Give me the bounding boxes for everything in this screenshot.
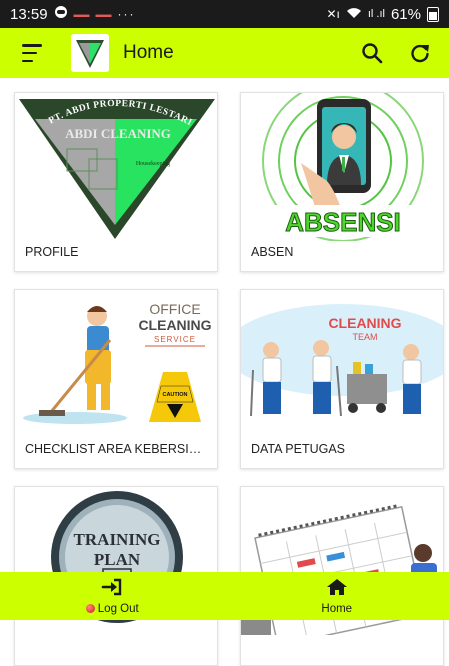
logout-label: Log Out: [98, 603, 139, 615]
logo-tagline: Housekeeping: [136, 161, 170, 167]
app-bar-actions: [359, 40, 433, 66]
caution-sign-text: CAUTION: [162, 392, 187, 398]
plan-text: PLAN: [94, 550, 141, 569]
card-data-petugas[interactable]: CLEANING TEAM: [240, 289, 444, 469]
card-checklist[interactable]: OFFICE CLEANING SERVICE CAUTION CHECKLIS…: [14, 289, 218, 469]
home-icon: [326, 578, 348, 601]
office-text: OFFICE: [149, 301, 200, 317]
signal-text: ıl .ıl: [368, 8, 385, 20]
status-right: ✕ı ıl .ıl 61%: [326, 6, 439, 23]
notification-app-icon: ▬▬: [96, 10, 112, 19]
cleaning-text: CLEANING: [138, 317, 211, 333]
battery-icon: [427, 7, 439, 22]
home-label: Home: [321, 603, 352, 615]
vibrate-icon: ✕ı: [326, 7, 339, 21]
service-text: SERVICE: [154, 335, 196, 344]
notification-icon: [54, 5, 68, 23]
card-profile[interactable]: PT. ABDI PROPERTI LESTARI ABDI CLEANING …: [14, 92, 218, 272]
status-bar: 13:59 ▬▬ ▬▬ ··· ✕ı ıl .ıl 61%: [0, 0, 449, 28]
page-title: Home: [123, 42, 174, 64]
card-label: PROFILE: [25, 245, 209, 259]
logout-label-row: Log Out: [86, 603, 139, 615]
home-nav-button[interactable]: Home: [225, 572, 449, 620]
training-text: TRAINING: [74, 530, 161, 549]
logo-subtitle: ABDI CLEANING: [65, 126, 171, 141]
cleaning-team-title: CLEANING: [328, 315, 401, 331]
search-icon[interactable]: [359, 40, 385, 66]
card-label: ABSEN: [251, 245, 435, 259]
cleaning-team-subtitle: TEAM: [352, 332, 377, 342]
logout-button[interactable]: Log Out: [0, 572, 225, 620]
sign-in-icon: [101, 578, 123, 601]
status-dot-icon: [86, 604, 95, 613]
office-cleaning-image: OFFICE CLEANING SERVICE CAUTION: [15, 290, 218, 438]
app-logo: [71, 34, 109, 72]
notification-app-icon: ▬▬: [74, 10, 90, 19]
menu-icon[interactable]: [22, 44, 46, 62]
app-bar: Home: [0, 28, 449, 78]
absensi-image: ABSENSI: [241, 93, 444, 241]
card-label: CHECKLIST AREA KEBERSIHAN: [25, 442, 209, 456]
absensi-text: ABSENSI: [285, 207, 401, 237]
status-left: 13:59 ▬▬ ▬▬ ···: [10, 5, 136, 23]
more-notifications-icon: ···: [118, 7, 136, 21]
card-label: DATA PETUGAS: [251, 442, 435, 456]
card-absen[interactable]: ABSENSI ABSEN: [240, 92, 444, 272]
refresh-icon[interactable]: [407, 40, 433, 66]
bottom-nav: Log Out Home: [0, 572, 449, 620]
cleaning-team-image: CLEANING TEAM: [241, 290, 444, 438]
company-logo-image: PT. ABDI PROPERTI LESTARI ABDI CLEANING …: [15, 93, 218, 241]
battery-percent: 61%: [391, 6, 421, 23]
status-time: 13:59: [10, 6, 48, 23]
wifi-icon: [346, 6, 362, 23]
